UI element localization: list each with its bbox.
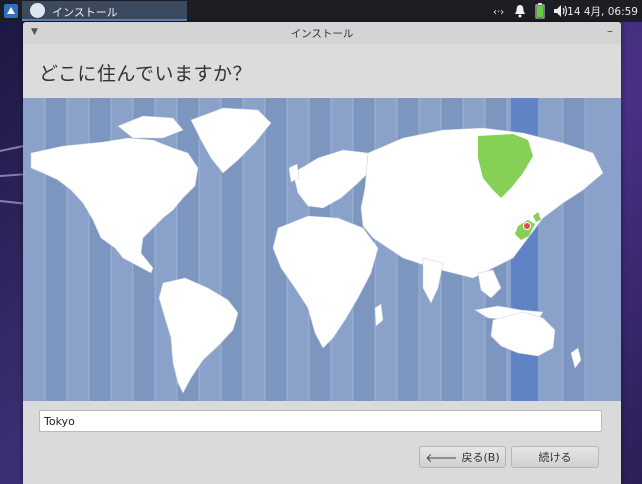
page-title: どこに住んでいますか？ bbox=[39, 63, 252, 85]
back-button[interactable]: 🡐 戻る(B) bbox=[419, 446, 506, 468]
continue-button[interactable]: 続ける bbox=[511, 446, 599, 468]
taskbar-installer-label: インストール bbox=[52, 6, 118, 19]
network-icon[interactable]: ‹·› bbox=[493, 3, 509, 19]
battery-icon[interactable] bbox=[535, 3, 545, 19]
location-input[interactable] bbox=[39, 410, 602, 432]
location-panel: 🡐 戻る(B) 続ける bbox=[23, 401, 621, 484]
window-titlebar[interactable]: ▼ インストール – bbox=[23, 22, 621, 44]
back-button-label: 戻る(B) bbox=[461, 451, 500, 464]
tokyo-location-marker bbox=[523, 222, 531, 230]
top-panel: インストール ‹·› 14 4月, 06:59 bbox=[0, 0, 642, 22]
back-arrow-icon: 🡐 bbox=[425, 450, 458, 465]
notification-bell-icon[interactable] bbox=[514, 3, 526, 19]
installer-window: ▼ インストール – どこに住んでいますか？ Tokyo 🡐 戻る(B) 続ける bbox=[23, 22, 621, 484]
timezone-map[interactable] bbox=[23, 98, 621, 401]
applications-menu-icon[interactable] bbox=[3, 3, 19, 19]
continue-button-label: 続ける bbox=[538, 451, 572, 464]
taskbar-installer-button[interactable]: インストール bbox=[22, 1, 187, 21]
svg-text:‹·›: ‹·› bbox=[493, 7, 504, 18]
minimize-icon[interactable]: – bbox=[607, 24, 613, 38]
page-header: どこに住んでいますか？ bbox=[23, 44, 621, 98]
panel-clock[interactable]: 14 4月, 06:59 bbox=[567, 4, 638, 19]
window-title: インストール bbox=[290, 28, 354, 40]
installer-app-icon bbox=[30, 3, 45, 18]
